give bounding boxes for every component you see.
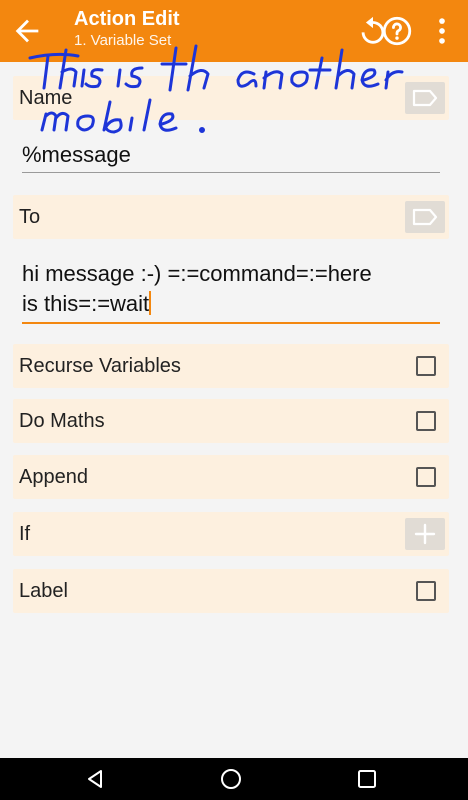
label-row[interactable]: Label [13,569,449,613]
nav-recents-icon[interactable] [354,766,380,792]
name-field[interactable]: %message [22,140,131,170]
plus-icon [414,523,436,545]
help-icon[interactable] [380,14,414,48]
name-field-underline [22,172,440,173]
append-checkbox[interactable] [416,467,436,487]
back-arrow-icon[interactable] [10,14,44,48]
to-field-underline [22,322,440,324]
tag-icon [412,208,438,226]
to-row: To [13,195,449,239]
to-variable-select-button[interactable] [405,201,445,233]
add-condition-button[interactable] [405,518,445,550]
nav-home-icon[interactable] [218,766,244,792]
option-label: Do Maths [19,410,105,432]
text-cursor [149,291,152,315]
overflow-menu-icon[interactable] [425,14,459,48]
name-label: Name [19,87,73,109]
recurse-variables-checkbox[interactable] [416,356,436,376]
option-label: Append [19,466,88,488]
option-do-maths[interactable]: Do Maths [13,399,449,443]
if-row: If [13,512,449,556]
to-label: To [19,206,41,228]
nav-back-icon[interactable] [82,766,108,792]
do-maths-checkbox[interactable] [416,411,436,431]
option-recurse-variables[interactable]: Recurse Variables [13,344,449,388]
system-navigation-bar [0,758,468,800]
page-title: Action Edit [74,8,180,30]
to-field-line1: hi message :-) =:=command=:=here [22,261,372,286]
label-checkbox[interactable] [416,581,436,601]
if-label: If [19,523,31,545]
variable-select-button[interactable] [405,82,445,114]
tag-icon [412,89,438,107]
page-subtitle: 1. Variable Set [74,32,172,49]
option-label: Recurse Variables [19,355,181,377]
to-field-line2: is this=:=wait [22,291,150,316]
option-append[interactable]: Append [13,455,449,499]
label-label: Label [19,580,68,602]
title-group: Action Edit 1. Variable Set [74,7,180,51]
app-bar: Action Edit 1. Variable Set [0,0,468,62]
name-row: Name [13,76,449,120]
